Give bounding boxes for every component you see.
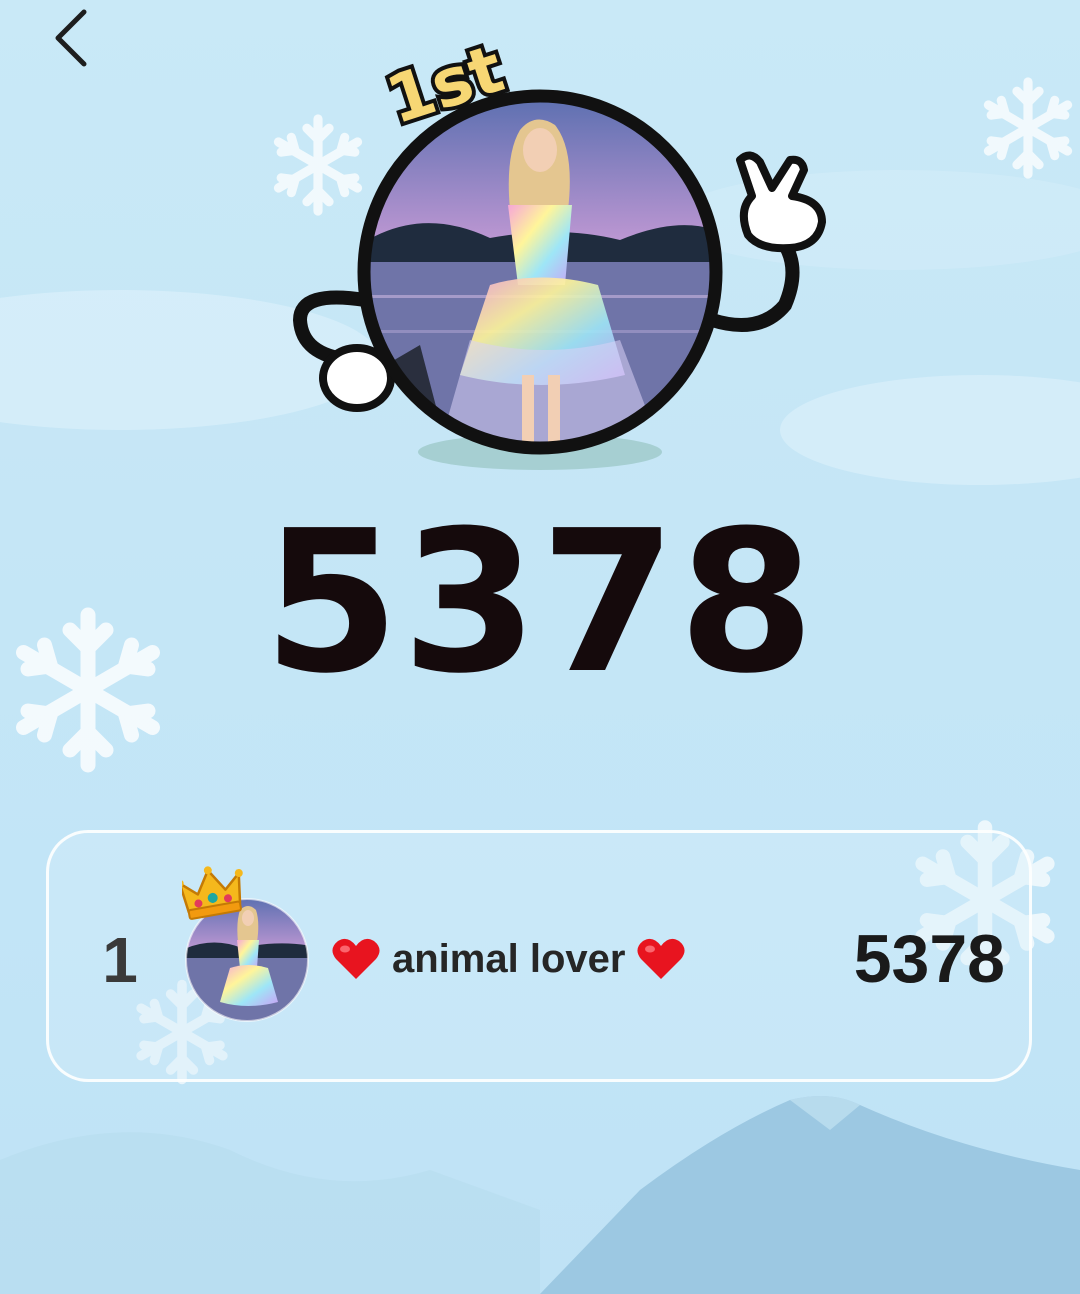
winner-score: 5378 (263, 489, 817, 717)
back-button[interactable] (40, 2, 110, 72)
heart-icon (637, 938, 685, 979)
peace-hand-icon (736, 151, 826, 253)
mountain (540, 1096, 1080, 1294)
player-name-text: animal lover (392, 937, 626, 981)
player-name: animal lover (332, 933, 685, 985)
row-avatar[interactable] (175, 862, 312, 1027)
chevron-left-icon (55, 9, 87, 67)
row-score: 5378 (853, 921, 1005, 997)
heart-icon (332, 938, 380, 979)
snowflake-icon (988, 82, 1067, 174)
rank-number: 1 (102, 924, 138, 996)
winner-avatar-group: 1st (290, 26, 850, 490)
